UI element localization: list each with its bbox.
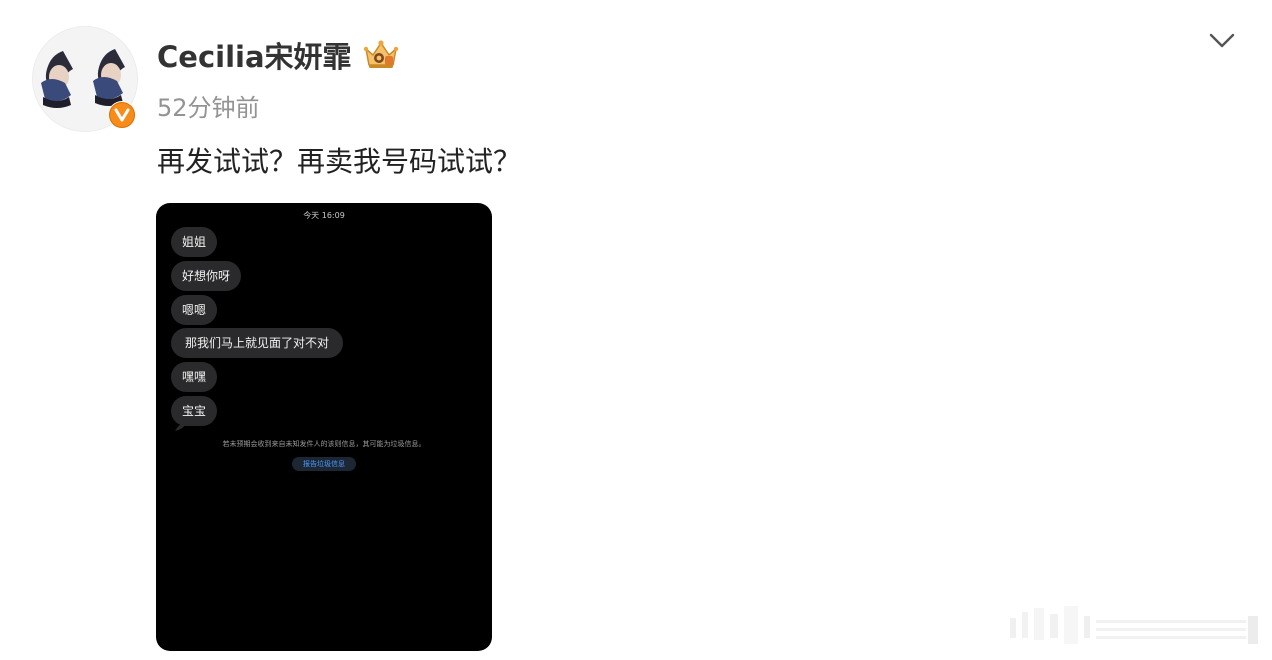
message-bubble: 那我们马上就见面了对不对 [171, 328, 344, 358]
crown-level-icon[interactable] [362, 39, 400, 71]
bubble-tail-icon [175, 422, 185, 431]
post-timestamp[interactable]: 52分钟前 [157, 88, 260, 123]
message-bubble: 姐姐 [171, 227, 218, 257]
spam-notice: 若未预期会收到来自未知发件人的该则信息，其可能为垃圾信息。 [222, 440, 426, 448]
weibo-post: Cecilia宋妍霏 52分钟前 再发试试？再卖我号码试试？ 今天 16:09 … [0, 0, 1272, 660]
message-bubble: 好想你呀 [171, 261, 242, 291]
post-image[interactable]: 今天 16:09 姐姐 好想你呀 嗯嗯 那我们马上就见面了对不对 嘿嘿 宝宝 若… [156, 203, 492, 651]
chat-date: 今天 16:09 [303, 211, 345, 220]
username-row: Cecilia宋妍霏 [157, 34, 400, 76]
watermark-icon [1010, 606, 1258, 644]
verified-v-badge-icon [108, 101, 136, 129]
message-bubble: 嘿嘿 [171, 362, 218, 392]
message-bubble: 嗯嗯 [171, 295, 218, 325]
chevron-down-icon[interactable] [1206, 26, 1238, 54]
report-spam-link: 报告垃圾信息 [292, 457, 356, 471]
post-caption: 再发试试？再卖我号码试试？ [157, 145, 522, 178]
username[interactable]: Cecilia宋妍霏 [157, 34, 352, 76]
